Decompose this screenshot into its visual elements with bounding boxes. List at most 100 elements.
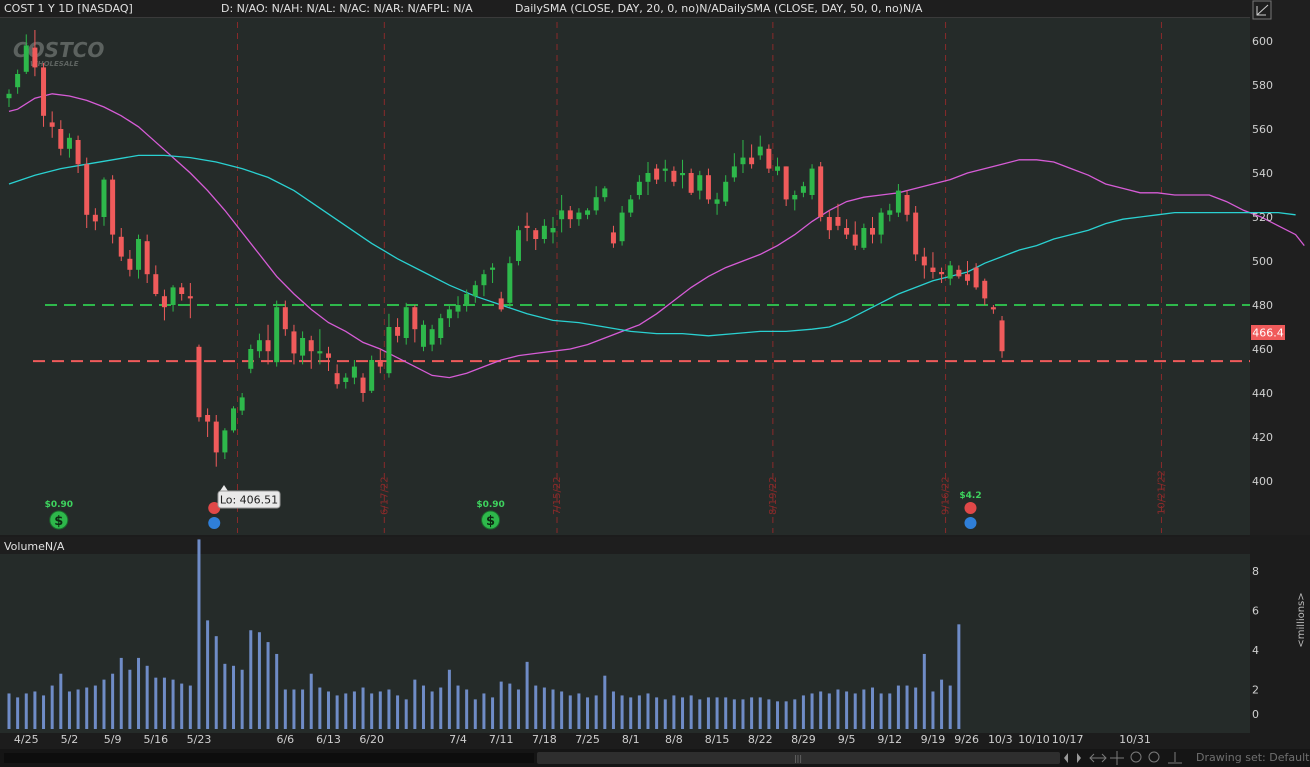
candle[interactable]: [515, 225, 521, 266]
volume-bar: [232, 665, 236, 729]
volume-bar: [344, 693, 348, 729]
date-tick-label: 5/9: [104, 733, 122, 746]
studies-label[interactable]: DailySMA (CLOSE, DAY, 20, 0, no)N/ADaily…: [515, 2, 923, 15]
candle[interactable]: [274, 300, 280, 367]
volume-bar: [378, 691, 382, 729]
volume-bar: [534, 685, 538, 729]
candle-body: [878, 212, 884, 235]
candle-body: [792, 195, 798, 200]
date-tick-label: 8/1: [622, 733, 640, 746]
candle-body: [498, 298, 504, 310]
candle-body: [6, 93, 12, 99]
volume-bar: [439, 687, 443, 729]
dividend-label: $0.90: [476, 500, 504, 510]
volume-bar: [76, 689, 80, 729]
volume-bar: [663, 699, 667, 729]
volume-bar: [275, 653, 279, 729]
volume-bar: [655, 697, 659, 729]
candle-body: [628, 199, 634, 213]
volume-bar: [456, 685, 460, 729]
candle-body: [826, 217, 832, 231]
candle-body: [127, 258, 133, 270]
symbol-label[interactable]: COST 1 Y 1D [NASDAQ]: [4, 2, 133, 15]
date-tick-label: 9/5: [838, 733, 856, 746]
vline-date-label: 9/16/22: [941, 476, 952, 515]
candle[interactable]: [420, 320, 426, 352]
date-tick-label: 8/22: [748, 733, 773, 746]
candle-body: [472, 285, 478, 297]
volume-title[interactable]: VolumeN/A: [4, 540, 65, 553]
candle-body: [32, 47, 38, 68]
earnings-icon[interactable]: [964, 502, 977, 514]
volume-bar: [283, 689, 287, 729]
last-price-tag: 466.4: [1251, 325, 1285, 340]
volume-bar: [758, 697, 762, 729]
candle[interactable]: [818, 162, 824, 222]
volume-bar: [50, 685, 54, 729]
candle[interactable]: [507, 256, 513, 308]
price-tick-label: 520: [1252, 211, 1273, 224]
candle-body: [412, 307, 418, 330]
volume-bar: [776, 701, 780, 729]
volume-bar: [940, 679, 944, 729]
volume-bar: [413, 679, 417, 729]
candle-body: [144, 241, 150, 275]
date-tick-label: 7/18: [532, 733, 557, 746]
candle[interactable]: [913, 206, 919, 261]
candle-body: [844, 228, 850, 235]
scroll-grip-icon[interactable]: |||: [794, 754, 802, 763]
volume-header: [0, 537, 1250, 554]
candle-body: [619, 212, 625, 242]
candle-body: [395, 327, 401, 336]
volume-bar: [93, 685, 97, 729]
candle-body: [999, 320, 1005, 352]
candle-body: [455, 305, 461, 312]
candle-body: [731, 166, 737, 178]
candle-body: [567, 210, 573, 220]
volume-bar: [724, 697, 728, 729]
candle-body: [533, 230, 539, 239]
volume-bar: [154, 677, 158, 729]
drawing-set-label[interactable]: Drawing set: Default: [1196, 751, 1310, 764]
candle-body: [775, 166, 781, 171]
volume-bar: [59, 673, 63, 729]
candle-body: [662, 168, 668, 171]
volume-bar: [681, 697, 685, 729]
volume-bar: [732, 699, 736, 729]
volume-bar: [206, 620, 210, 729]
candle[interactable]: [809, 164, 815, 200]
candle[interactable]: [110, 175, 116, 244]
price-tick-label: 440: [1252, 387, 1273, 400]
candle-body: [723, 181, 729, 202]
volume-bar: [888, 693, 892, 729]
candle-body: [559, 210, 565, 220]
candle-body: [913, 212, 919, 255]
volume-bar: [611, 691, 615, 729]
volume-bar: [914, 687, 918, 729]
date-tick-label: 7/11: [489, 733, 514, 746]
candle[interactable]: [196, 344, 202, 422]
date-tick-label: 5/2: [61, 733, 79, 746]
volume-bar: [577, 693, 581, 729]
volume-bar: [689, 695, 693, 729]
quote-readout: D: N/AO: N/AH: N/AL: N/AC: N/AR: N/AFPL:…: [221, 2, 473, 15]
volume-bar: [33, 691, 37, 729]
candle-body: [887, 210, 893, 215]
info-icon[interactable]: [964, 517, 977, 529]
date-tick-label: 10/10: [1018, 733, 1050, 746]
candle-body: [153, 274, 159, 294]
volume-tick-label: 6: [1252, 605, 1259, 618]
price-axis-icon[interactable]: [1252, 0, 1272, 20]
dividend-label: $0.90: [45, 500, 73, 510]
candle-body: [58, 129, 64, 149]
candle[interactable]: [369, 355, 375, 393]
candle-body: [636, 181, 642, 195]
chart-root: COST 1 Y 1D [NASDAQ] D: N/AO: N/AH: N/AL…: [0, 0, 1310, 767]
volume-bar: [853, 693, 857, 729]
volume-bar: [197, 539, 201, 729]
candle[interactable]: [231, 406, 237, 433]
volume-bar: [793, 699, 797, 729]
scroll-track-left[interactable]: [4, 753, 534, 763]
candle-body: [265, 340, 271, 352]
info-icon[interactable]: [208, 517, 221, 529]
